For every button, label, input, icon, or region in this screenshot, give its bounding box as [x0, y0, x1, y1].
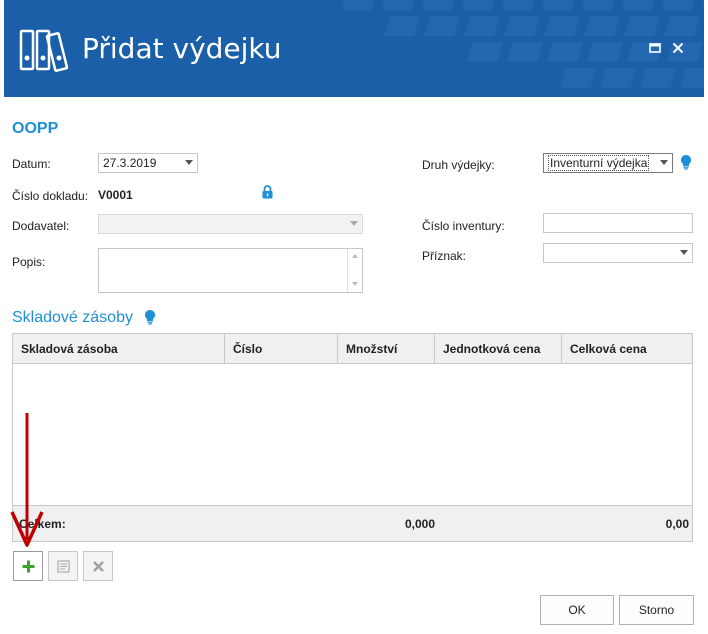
chevron-down-icon[interactable]: [185, 160, 193, 165]
total-price: 0,00: [665, 517, 689, 531]
column-header[interactable]: Jednotková cena: [435, 334, 562, 364]
scroll-up-icon[interactable]: [352, 254, 358, 258]
stock-section-title: Skladové zásoby: [12, 309, 133, 326]
delete-button[interactable]: [83, 551, 113, 581]
dodavatel-field: [98, 214, 363, 234]
column-header[interactable]: Množství: [338, 334, 435, 364]
x-icon: [93, 561, 104, 572]
column-header[interactable]: Skladová zásoba: [13, 334, 225, 364]
cislo-dokladu-label: Číslo dokladu:: [12, 189, 89, 203]
cancel-button[interactable]: Storno: [619, 595, 694, 625]
total-quantity: 0,000: [404, 517, 435, 531]
druh-vydejky-value: Inventurní výdejka: [548, 155, 650, 171]
maximize-icon[interactable]: [647, 40, 663, 56]
lightbulb-icon[interactable]: [680, 154, 692, 170]
ok-button[interactable]: OK: [540, 595, 614, 625]
column-header[interactable]: Číslo: [225, 334, 338, 364]
popis-scrollbar[interactable]: [347, 249, 362, 292]
popis-textarea[interactable]: [98, 248, 363, 293]
close-icon[interactable]: [670, 40, 686, 56]
scroll-down-icon[interactable]: [352, 282, 358, 286]
title-bar-pattern: [341, 0, 704, 88]
datum-field[interactable]: 27.3.2019: [98, 153, 198, 173]
druh-vydejky-select[interactable]: Inventurní výdejka: [543, 153, 673, 173]
edit-button[interactable]: [48, 551, 78, 581]
priznak-label: Příznak:: [422, 249, 467, 263]
table-footer: Celkem: 0,000 0,00: [13, 505, 692, 541]
stock-table[interactable]: Skladová zásoba Číslo Množství Jednotkov…: [12, 333, 693, 542]
window-title: Přidat výdejku: [82, 32, 282, 65]
chevron-down-icon[interactable]: [660, 160, 668, 165]
binders-icon: [19, 29, 69, 72]
dodavatel-label: Dodavatel:: [12, 219, 70, 233]
plus-icon: [22, 560, 35, 573]
add-button[interactable]: [13, 551, 43, 581]
total-label: Celkem:: [19, 517, 66, 531]
popis-label: Popis:: [12, 255, 46, 269]
chevron-down-icon: [350, 221, 358, 226]
table-header: Skladová zásoba Číslo Množství Jednotkov…: [13, 334, 692, 364]
datum-label: Datum:: [12, 157, 51, 171]
lightbulb-icon[interactable]: [144, 309, 156, 325]
cislo-inventury-field[interactable]: [543, 213, 693, 233]
document-icon: [57, 560, 70, 573]
cislo-dokladu-value: V0001: [98, 188, 133, 202]
druh-vydejky-label: Druh výdejky:: [422, 158, 495, 172]
datum-value: 27.3.2019: [103, 156, 157, 170]
lock-icon[interactable]: [262, 185, 273, 199]
section-title: OOPP: [12, 120, 59, 137]
priznak-select[interactable]: [543, 243, 693, 263]
cislo-inventury-label: Číslo inventury:: [422, 219, 505, 233]
chevron-down-icon[interactable]: [680, 250, 688, 255]
column-header[interactable]: Celková cena: [562, 334, 692, 364]
title-bar: Přidat výdejku: [4, 0, 704, 97]
